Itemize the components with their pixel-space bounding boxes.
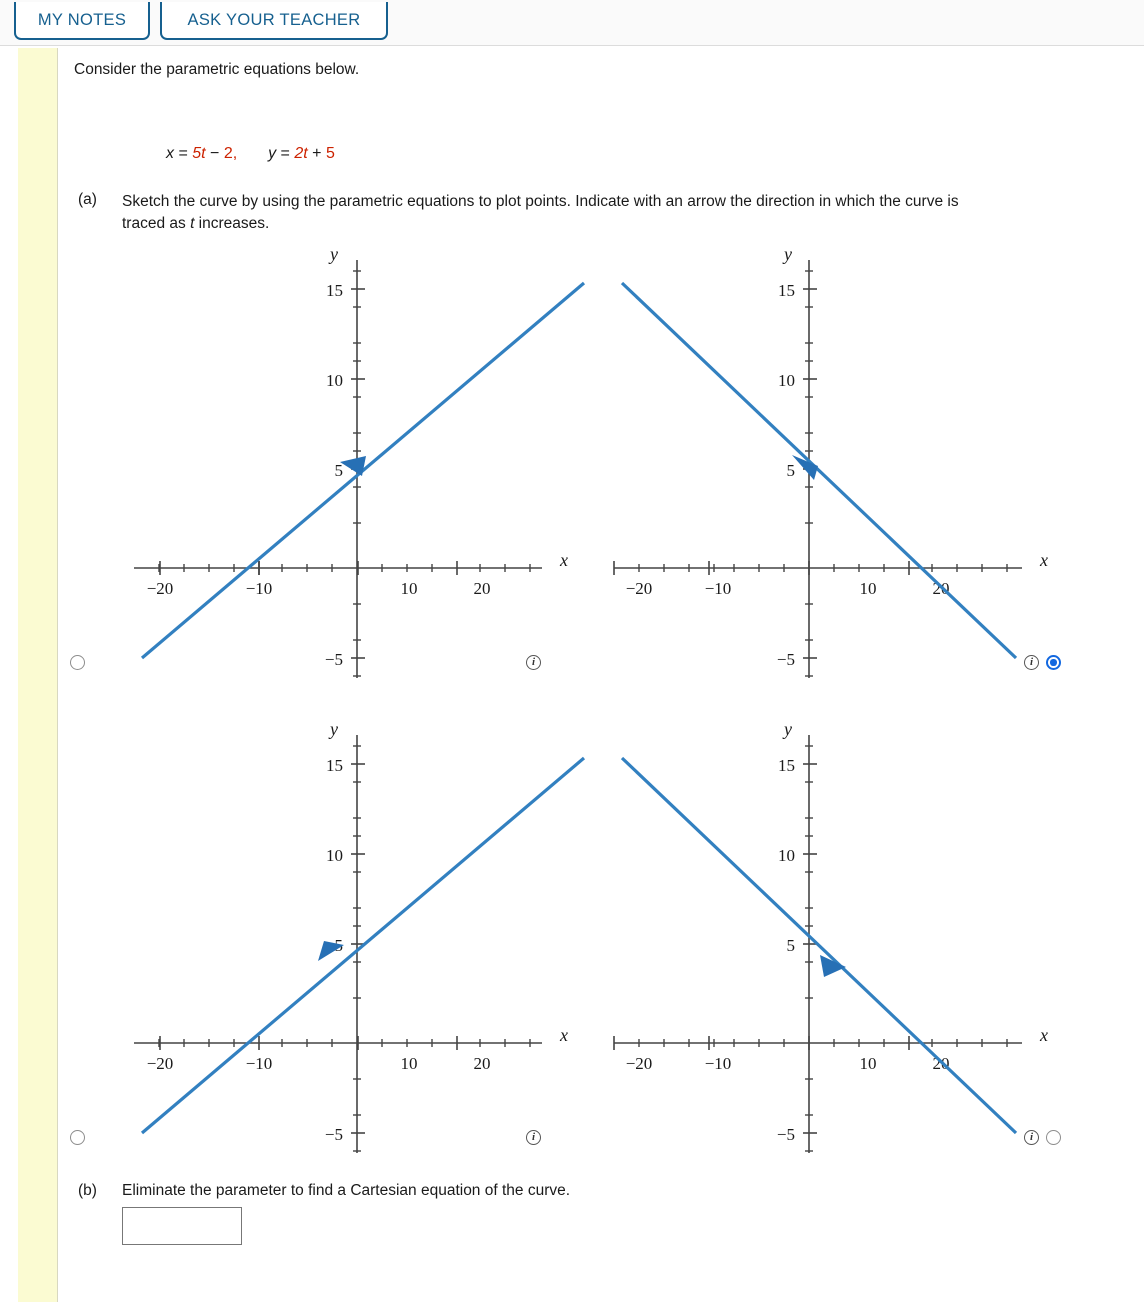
info-icon-top-left[interactable]: i — [526, 655, 541, 670]
y-tick-label-neg5: −5 — [777, 650, 795, 669]
part-a-text: Sketch the curve by using the parametric… — [122, 191, 1092, 236]
y-axis-major-ticks — [803, 763, 817, 1134]
y-axis-label: y — [328, 719, 338, 739]
question-content: Consider the parametric equations below.… — [60, 48, 1144, 1302]
x-tick-label-neg10: −10 — [705, 579, 732, 598]
x-tick-label-10: 10 — [401, 579, 418, 598]
x-axis-label: x — [559, 1025, 568, 1045]
y-tick-label-5: 5 — [335, 461, 344, 480]
equation-y-var: y — [268, 145, 277, 162]
direction-arrow — [340, 456, 366, 476]
y-axis-label: y — [328, 244, 338, 264]
intro-text: Consider the parametric equations below. — [74, 61, 360, 78]
x-tick-label-20: 20 — [474, 579, 491, 598]
ask-your-teacher-label: ASK YOUR TEACHER — [187, 10, 361, 29]
y-axis-label: y — [782, 719, 792, 739]
graph-svg-bottom-left: y x 15 10 5 −5 −20 −10 10 20 — [134, 719, 586, 1153]
graph-svg-top-right: y x 15 10 5 −5 −20 −10 10 20 — [613, 244, 1048, 678]
y-axis-label: y — [782, 244, 792, 264]
curve-line — [140, 756, 586, 1135]
info-icon-bottom-left[interactable]: i — [526, 1130, 541, 1145]
x-tick-label-10: 10 — [401, 1054, 418, 1073]
x-axis-label: x — [559, 550, 568, 570]
x-tick-label-neg20: −20 — [147, 1054, 174, 1073]
part-a-line2-pre: traced as — [122, 215, 191, 233]
part-a-line2-post: increases. — [194, 215, 270, 233]
y-tick-label-15: 15 — [326, 281, 343, 300]
x-tick-label-neg10: −10 — [246, 1054, 273, 1073]
info-icon-top-right-inline[interactable]: i — [1024, 655, 1039, 670]
graph-option-top-right[interactable]: y x 15 10 5 −5 −20 −10 10 20 i — [602, 240, 1082, 680]
y-tick-label-neg5: −5 — [325, 1125, 343, 1144]
equation-y-const: 5 — [325, 145, 335, 162]
y-tick-label-15: 15 — [326, 756, 343, 775]
y-tick-label-15: 15 — [778, 756, 795, 775]
graph-option-bottom-right[interactable]: y x 15 10 5 −5 −20 −10 10 20 i — [602, 715, 1082, 1155]
x-tick-label-neg20: −20 — [147, 579, 174, 598]
info-icon-bottom-right-inline[interactable]: i — [1024, 1130, 1039, 1145]
info-glyph: i — [531, 1131, 536, 1143]
x-axis-label: x — [1039, 550, 1048, 570]
y-tick-label-5: 5 — [787, 461, 796, 480]
equation-x-op: − — [210, 145, 220, 162]
graph-svg-bottom-right: y x 15 10 5 −5 −20 −10 10 20 — [613, 719, 1048, 1153]
radio-top-left[interactable] — [70, 655, 85, 670]
info-glyph: i — [531, 656, 536, 668]
part-b-text: Eliminate the parameter to find a Cartes… — [122, 1182, 571, 1199]
radio-top-right[interactable] — [1046, 655, 1061, 670]
y-tick-label-10: 10 — [326, 846, 343, 865]
part-b-label: (b) — [78, 1182, 97, 1199]
graph-option-bottom-left[interactable]: y x 15 10 5 −5 −20 −10 10 20 i — [70, 715, 602, 1155]
radio-bottom-left[interactable] — [70, 1130, 85, 1145]
equation-y-equals: = — [280, 145, 290, 162]
my-notes-button[interactable]: MY NOTES — [14, 2, 150, 40]
radio-bottom-right[interactable] — [1046, 1130, 1061, 1145]
x-axis-label: x — [1039, 1025, 1048, 1045]
y-tick-label-neg5: −5 — [777, 1125, 795, 1144]
info-glyph: i — [1029, 656, 1034, 668]
y-tick-label-10: 10 — [778, 846, 795, 865]
y-tick-label-10: 10 — [326, 371, 343, 390]
x-tick-label-20: 20 — [474, 1054, 491, 1073]
cartesian-equation-input[interactable] — [122, 1207, 242, 1245]
x-tick-label-neg20: −20 — [626, 1054, 653, 1073]
my-notes-label: MY NOTES — [37, 10, 127, 29]
y-tick-label-5: 5 — [787, 936, 796, 955]
x-tick-label-10: 10 — [860, 579, 877, 598]
curve-line — [620, 756, 1018, 1135]
question-marker-strip — [18, 48, 58, 1302]
equation-y-op: + — [312, 145, 322, 162]
x-tick-label-neg10: −10 — [705, 1054, 732, 1073]
ask-your-teacher-button[interactable]: ASK YOUR TEACHER — [160, 2, 388, 40]
equation-y-coef: 2t — [294, 145, 308, 162]
x-tick-label-neg10: −10 — [246, 579, 273, 598]
equation-x-coef: 5t — [192, 145, 206, 162]
x-tick-label-neg20: −20 — [626, 579, 653, 598]
equation-x-equals: = — [178, 145, 188, 162]
graph-svg-top-left: y x 15 10 5 −5 −20 −10 10 20 — [134, 244, 586, 678]
curve-line — [620, 281, 1018, 660]
info-glyph: i — [1029, 1131, 1034, 1143]
x-tick-label-10: 10 — [860, 1054, 877, 1073]
y-tick-label-15: 15 — [778, 281, 795, 300]
part-a-line1: Sketch the curve by using the parametric… — [122, 193, 959, 210]
y-tick-label-neg5: −5 — [325, 650, 343, 669]
equation-x-const: 2, — [223, 145, 238, 162]
top-toolbar: MY NOTES ASK YOUR TEACHER — [0, 0, 1144, 46]
graph-option-top-left[interactable]: y x 15 10 5 −5 −20 −10 10 20 i — [70, 240, 602, 680]
part-a-label: (a) — [78, 191, 97, 208]
parametric-equations: x = 5t − 2, y = 2t + 5 — [166, 145, 335, 163]
equation-x-var: x — [166, 145, 174, 162]
y-tick-label-10: 10 — [778, 371, 795, 390]
